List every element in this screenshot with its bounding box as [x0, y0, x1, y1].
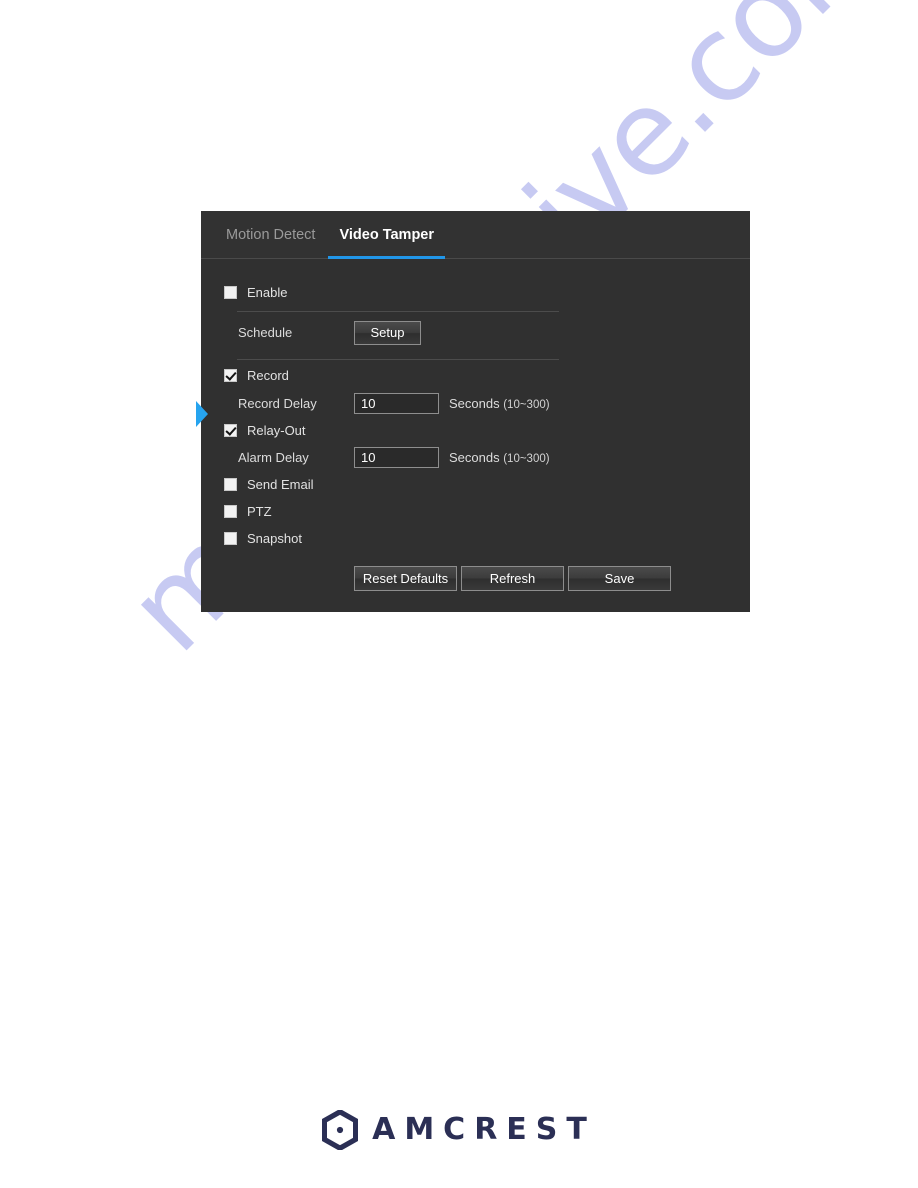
record-delay-label: Record Delay — [238, 396, 317, 411]
record-delay-input[interactable] — [354, 393, 439, 414]
blue-triangle-marker-icon — [196, 401, 208, 427]
tab-motion-detect-label: Motion Detect — [226, 226, 316, 243]
ptz-label: PTZ — [247, 504, 272, 519]
record-delay-unit: Seconds (10~300) — [449, 396, 550, 411]
relay-out-label: Relay-Out — [247, 423, 306, 438]
amcrest-wordmark: AMCREST — [372, 1112, 596, 1147]
record-checkbox[interactable] — [224, 369, 237, 382]
video-tamper-settings-panel: Motion Detect Video Tamper Enable Schedu… — [196, 211, 750, 612]
setup-button-wrap: Setup — [354, 321, 421, 345]
alarm-delay-range: (10~300) — [503, 453, 550, 465]
alarm-delay-unit: Seconds (10~300) — [449, 450, 550, 465]
schedule-label: Schedule — [238, 325, 293, 340]
divider-schedule — [237, 359, 559, 360]
alarm-delay-input[interactable] — [354, 447, 439, 468]
amcrest-hexagon-camera-icon — [322, 1110, 359, 1150]
snapshot-label: Snapshot — [247, 531, 302, 546]
save-button[interactable]: Save — [568, 566, 671, 591]
enable-row[interactable]: Enable — [224, 285, 287, 300]
setup-button[interactable]: Setup — [354, 321, 421, 345]
alarm-delay-unit-text: Seconds — [449, 450, 500, 465]
ptz-row[interactable]: PTZ — [224, 504, 272, 519]
tab-video-tamper-label: Video Tamper — [339, 226, 435, 243]
alarm-delay-input-row: Seconds (10~300) — [354, 447, 550, 468]
record-delay-input-row: Seconds (10~300) — [354, 393, 550, 414]
footer-button-group: Reset Defaults Refresh Save — [354, 566, 671, 591]
enable-label: Enable — [247, 285, 288, 300]
tab-bar: Motion Detect Video Tamper — [201, 211, 750, 259]
alarm-delay-row: Alarm Delay — [238, 450, 309, 465]
enable-checkbox[interactable] — [224, 286, 237, 299]
snapshot-row[interactable]: Snapshot — [224, 531, 302, 546]
alarm-delay-label: Alarm Delay — [238, 450, 309, 465]
record-label: Record — [247, 368, 289, 383]
tab-video-tamper[interactable]: Video Tamper — [327, 211, 446, 259]
record-delay-unit-text: Seconds — [449, 396, 500, 411]
amcrest-logo: AMCREST — [0, 1110, 918, 1150]
ptz-checkbox[interactable] — [224, 505, 237, 518]
relay-out-row[interactable]: Relay-Out — [224, 423, 306, 438]
reset-defaults-button[interactable]: Reset Defaults — [354, 566, 457, 591]
refresh-button[interactable]: Refresh — [461, 566, 564, 591]
tab-motion-detect[interactable]: Motion Detect — [214, 211, 327, 259]
send-email-label: Send Email — [247, 477, 314, 492]
snapshot-checkbox[interactable] — [224, 532, 237, 545]
divider-top — [237, 311, 559, 312]
schedule-row: Schedule — [238, 325, 292, 340]
send-email-checkbox[interactable] — [224, 478, 237, 491]
record-delay-row: Record Delay — [238, 396, 317, 411]
relay-out-checkbox[interactable] — [224, 424, 237, 437]
panel-body: Enable Schedule Setup Record Record Dela… — [196, 259, 750, 611]
record-row[interactable]: Record — [224, 368, 289, 383]
send-email-row[interactable]: Send Email — [224, 477, 313, 492]
record-delay-range: (10~300) — [503, 399, 550, 411]
